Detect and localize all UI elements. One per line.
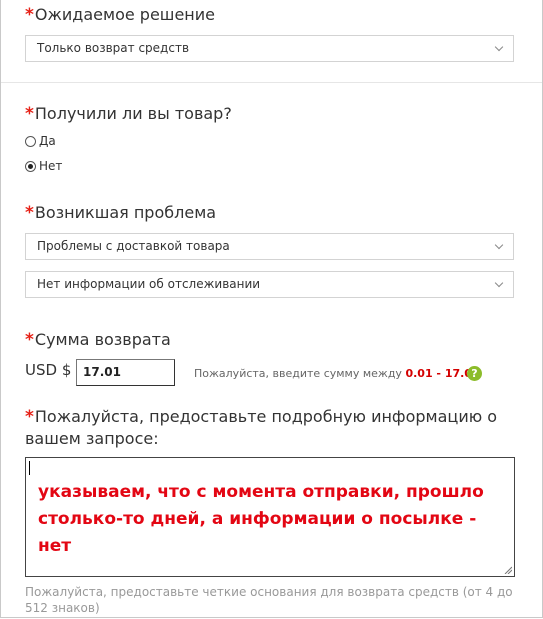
refund-amount-input[interactable]: 17.01 [76,359,175,386]
section-divider [1,82,542,83]
details-textarea[interactable]: указываем, что с момента отправки, прошл… [25,457,515,577]
problem-label: *Возникшая проблема [25,203,217,223]
amount-hint: Пожалуйста, введите сумму между 0.01 - 1… [194,367,480,380]
details-label: *Пожалуйста, предоставьте подробную инфо… [25,407,498,448]
resize-grip-icon[interactable] [504,566,512,574]
required-star: * [25,104,34,124]
text-caret [29,461,30,475]
required-star: * [25,407,34,427]
chevron-down-icon [494,278,504,288]
expected-solution-select[interactable]: Только возврат средств [25,35,514,62]
annotation-text: указываем, что с момента отправки, прошл… [38,482,484,556]
required-star: * [25,330,34,350]
radio-button[interactable] [25,136,36,147]
currency-label: USD $ [25,361,72,379]
question-icon[interactable]: ? [467,366,482,381]
chevron-down-icon [494,240,504,250]
problem-type-select[interactable]: Проблемы с доставкой товара [25,233,514,260]
received-item-label: *Получили ли вы товар? [25,104,232,124]
radio-option-yes[interactable]: Да [25,133,56,149]
refund-amount-label: *Сумма возврата [25,330,171,350]
select-value: Нет информации об отслеживании [37,277,261,291]
required-star: * [25,5,34,25]
details-hint: Пожалуйста, предоставьте четкие основани… [25,585,513,615]
radio-label: Да [39,134,56,148]
radio-option-no[interactable]: Нет [25,158,62,174]
problem-detail-select[interactable]: Нет информации об отслеживании [25,271,514,298]
radio-label: Нет [39,159,63,173]
select-value: Только возврат средств [37,41,190,55]
required-star: * [25,203,34,223]
chevron-down-icon [494,42,504,52]
select-value: Проблемы с доставкой товара [37,239,230,253]
expected-solution-label: *Ожидаемое решение [25,5,215,25]
radio-button[interactable] [25,161,36,172]
